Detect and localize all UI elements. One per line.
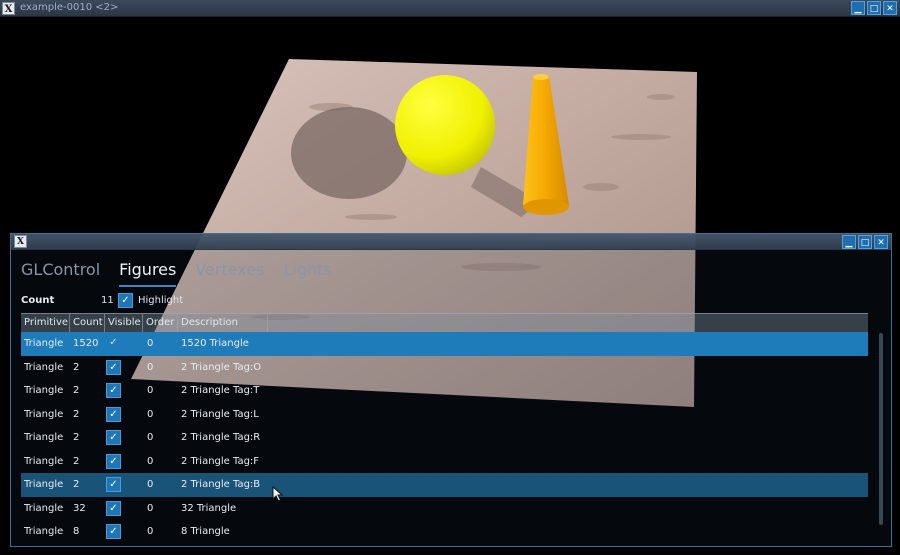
column-header-primitive[interactable]: Primitive <box>21 314 70 333</box>
table-row[interactable]: Triangle 1520 0 1520 Triangle ✓ <box>21 332 868 356</box>
column-header-order[interactable]: Order <box>143 314 178 333</box>
tab-lights[interactable]: Lights <box>283 260 331 288</box>
cell-count: 2 <box>73 479 80 490</box>
close-button[interactable]: ✕ <box>874 235 888 249</box>
visible-checkbox[interactable]: ✓ <box>106 383 121 398</box>
figures-table: Primitive Count Visible Order Descriptio… <box>21 313 868 544</box>
yellow-sphere <box>395 75 495 175</box>
cell-primitive: Triangle <box>24 385 64 396</box>
figures-window: X ▁ □ ✕ GLControl Figures Vertexes Light… <box>10 233 892 547</box>
visible-checkbox[interactable]: ✓ <box>106 453 121 469</box>
table-row[interactable]: Triangle 2 0 2 Triangle Tag:O ✓ <box>21 356 868 380</box>
cell-description: 2 Triangle Tag:F <box>181 455 260 467</box>
close-button[interactable]: ✕ <box>883 1 897 15</box>
window-title: example-0010 <2> <box>20 2 119 13</box>
cell-count: 2 <box>73 432 80 443</box>
column-header-visible[interactable]: Visible <box>105 314 143 333</box>
cell-description: 2 Triangle Tag:L <box>181 408 259 420</box>
cell-count: 2 <box>73 361 80 373</box>
cell-primitive: Triangle <box>24 361 64 373</box>
x-window-icon: X <box>14 235 27 248</box>
mouse-cursor-icon <box>272 486 284 502</box>
cell-order: 0 <box>147 361 154 373</box>
table-row[interactable]: Triangle 8 0 8 Triangle ✓ <box>21 520 868 544</box>
minimize-button[interactable]: ▁ <box>842 235 856 249</box>
table-row[interactable]: Triangle 32 0 32 Triangle ✓ <box>21 497 868 521</box>
window-controls: ▁ □ ✕ <box>851 1 897 15</box>
cell-description: 8 Triangle <box>181 526 230 537</box>
cell-description: 32 Triangle <box>181 502 237 514</box>
table-row[interactable]: Triangle 2 0 2 Triangle Tag:F ✓ <box>21 450 868 474</box>
visible-checkbox[interactable]: ✓ <box>106 359 121 375</box>
visible-checkbox[interactable]: ✓ <box>106 477 121 492</box>
minimize-button[interactable]: ▁ <box>851 1 865 15</box>
cell-description: 2 Triangle Tag:B <box>181 479 261 490</box>
figures-window-titlebar: X ▁ □ ✕ <box>11 234 891 250</box>
column-header-count[interactable]: Count <box>70 314 105 333</box>
cell-description: 2 Triangle Tag:T <box>181 385 260 396</box>
cell-primitive: Triangle <box>24 408 64 420</box>
x-window-icon: X <box>2 2 15 15</box>
maximize-button[interactable]: □ <box>858 235 872 249</box>
tab-glcontrol[interactable]: GLControl <box>21 260 100 288</box>
scrollbar-thumb[interactable] <box>879 333 883 525</box>
table-body: Triangle 1520 0 1520 Triangle ✓ Triangle 2 0 2 T… <box>21 332 868 544</box>
visible-checkbox[interactable]: ✓ <box>106 406 121 422</box>
cell-order: 0 <box>147 526 154 537</box>
table-header: Primitive Count Visible Order Descriptio… <box>21 313 868 333</box>
table-row[interactable]: Triangle 2 0 2 Triangle Tag:B ✓ <box>21 473 868 497</box>
visible-checkbox[interactable]: ✓ <box>106 524 121 539</box>
cell-primitive: Triangle <box>24 479 64 490</box>
cell-primitive: Triangle <box>24 502 64 514</box>
cell-order: 0 <box>147 502 154 514</box>
cell-primitive: Triangle <box>24 432 64 443</box>
cell-primitive: Triangle <box>24 338 64 349</box>
cell-description: 2 Triangle Tag:O <box>181 361 262 373</box>
visible-checkbox[interactable]: ✓ <box>106 500 121 516</box>
tab-figures[interactable]: Figures <box>119 260 177 288</box>
cell-order: 0 <box>147 338 154 349</box>
cell-description: 1520 Triangle <box>181 338 249 349</box>
cell-order: 0 <box>147 408 154 420</box>
cell-primitive: Triangle <box>24 526 64 537</box>
cell-count: 2 <box>73 455 80 467</box>
figures-toolbar: Count 11 ✓ Highlight <box>21 293 321 309</box>
cell-count: 8 <box>73 526 80 537</box>
highlight-checkbox[interactable]: ✓ <box>118 293 133 308</box>
cell-order: 0 <box>147 479 154 490</box>
figures-window-controls: ▁ □ ✕ <box>842 235 888 249</box>
cell-order: 0 <box>147 455 154 467</box>
visible-checkbox[interactable]: ✓ <box>106 430 121 445</box>
table-row[interactable]: Triangle 2 0 2 Triangle Tag:R ✓ <box>21 426 868 450</box>
table-row[interactable]: Triangle 2 0 2 Triangle Tag:L ✓ <box>21 403 868 427</box>
tab-vertexes[interactable]: Vertexes <box>195 260 264 288</box>
cell-count: 1520 <box>73 338 99 349</box>
cell-count: 2 <box>73 385 80 396</box>
cell-count: 2 <box>73 408 80 420</box>
visible-checkbox[interactable]: ✓ <box>106 336 121 351</box>
count-value: 11 <box>101 295 114 306</box>
highlight-label[interactable]: Highlight <box>138 295 183 306</box>
cell-description: 2 Triangle Tag:R <box>181 432 261 443</box>
table-row[interactable]: Triangle 2 0 2 Triangle Tag:T ✓ <box>21 379 868 403</box>
main-titlebar: X example-0010 <2> ▁ □ ✕ <box>0 0 900 17</box>
table-scrollbar[interactable] <box>876 313 886 543</box>
maximize-button[interactable]: □ <box>867 1 881 15</box>
cell-count: 32 <box>73 502 86 514</box>
cell-primitive: Triangle <box>24 455 64 467</box>
cell-order: 0 <box>147 432 154 443</box>
tab-bar: GLControl Figures Vertexes Lights <box>21 260 332 288</box>
column-header-description[interactable]: Description <box>178 314 268 333</box>
sphere-shadow <box>291 107 407 199</box>
count-label: Count <box>21 295 55 306</box>
cell-order: 0 <box>147 385 154 396</box>
